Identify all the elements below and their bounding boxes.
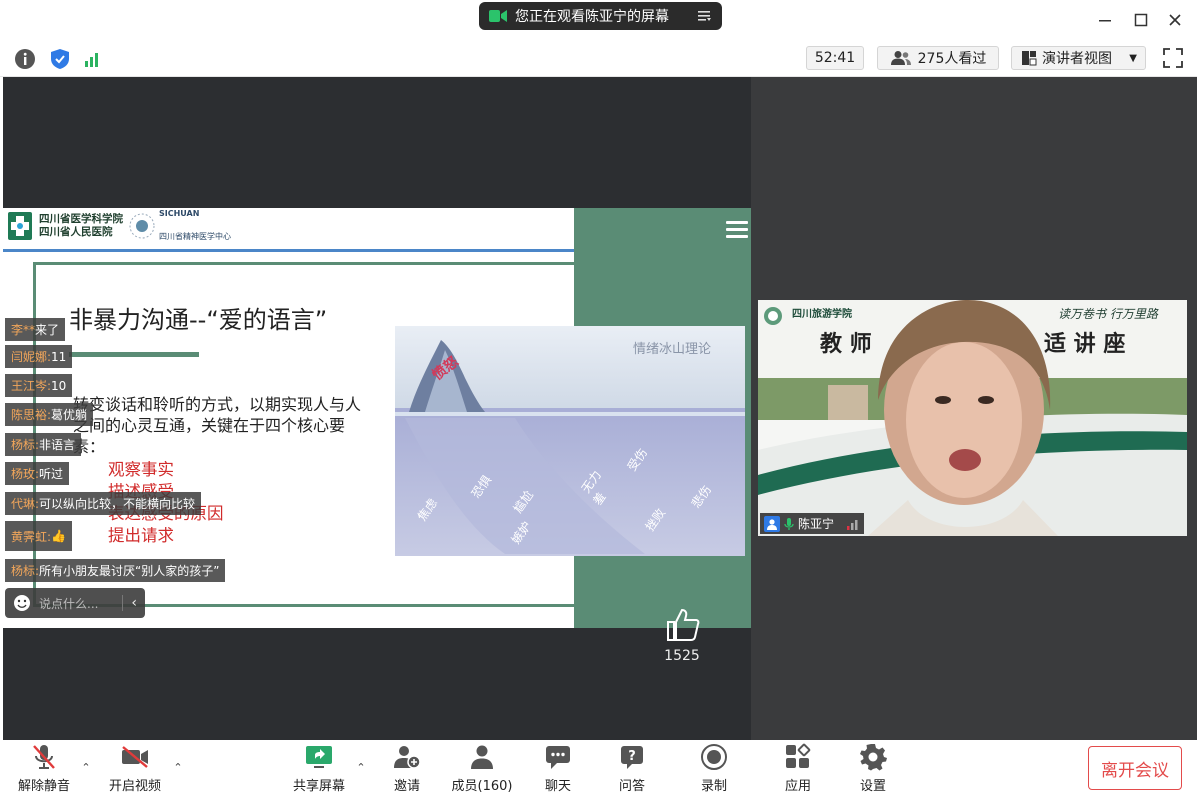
like-count: 1525	[664, 648, 700, 664]
video-banner-left: 教 师	[820, 332, 872, 357]
share-banner-text: 您正在观看陈亚宁的屏幕	[515, 9, 669, 25]
microphone-muted-icon	[29, 742, 59, 772]
chat-input-bar[interactable]: 说点什么... ‹	[5, 588, 145, 618]
maximize-icon[interactable]	[1129, 8, 1153, 32]
emoji-icon[interactable]	[13, 594, 31, 612]
unmute-button[interactable]: 解除静音	[9, 742, 79, 798]
members-label: 成员(160)	[451, 779, 513, 794]
chat-message: 王江岑: 10	[5, 374, 73, 397]
image-title: 情绪冰山理论	[633, 342, 712, 357]
settings-label: 设置	[859, 779, 886, 794]
video-banner-motto: 读万卷书 行万里路	[1058, 307, 1158, 321]
logo-english: SICHUAN	[159, 209, 200, 218]
video-off-icon	[120, 742, 150, 772]
chat-label: 聊天	[544, 779, 571, 794]
record-button[interactable]: 录制	[679, 742, 749, 798]
chat-message: 李** 来了	[5, 318, 66, 341]
apps-label: 应用	[784, 779, 811, 794]
apps-button[interactable]: 应用	[763, 742, 833, 798]
qa-button[interactable]: ? 问答	[597, 742, 667, 798]
presenter-name-tag: 陈亚宁	[760, 513, 864, 534]
school-logo-icon	[763, 306, 783, 326]
share-screen-icon	[304, 742, 334, 772]
banner-menu-icon[interactable]	[698, 10, 712, 22]
chat-message: 杨标: 非语言	[5, 433, 82, 456]
chat-bubble-icon	[543, 742, 573, 772]
video-options-chevron-icon[interactable]: ⌃	[171, 760, 185, 774]
chat-message: 杨标: 所有小朋友最讨厌“别人家的孩子”	[5, 559, 226, 582]
heading-underline	[69, 352, 199, 357]
audio-options-chevron-icon[interactable]: ⌃	[79, 760, 93, 774]
header-rule	[3, 249, 574, 252]
share-screen-button[interactable]: 共享屏幕	[284, 742, 354, 798]
presenter-name: 陈亚宁	[798, 517, 835, 531]
slide-body-text: 转变谈话和聆听的方式，以期实现人与人之间的心灵互通，关键在于四个核心要素：	[73, 395, 362, 456]
members-button[interactable]: 成员(160)	[447, 742, 517, 798]
people-icon	[890, 50, 912, 66]
chevron-down-icon: ▼	[1129, 52, 1137, 64]
gear-icon	[858, 742, 888, 772]
svg-text:?: ?	[628, 749, 636, 764]
members-icon	[467, 742, 497, 772]
video-banner-school: 四川旅游学院	[792, 309, 852, 320]
logo-hospital-name: 四川省人民医院	[39, 226, 113, 238]
question-icon: ?	[617, 742, 647, 772]
collapse-chevron-icon[interactable]: ‹	[122, 595, 137, 611]
close-icon[interactable]	[1163, 8, 1187, 32]
meeting-timer: 52:41	[806, 46, 864, 70]
apps-grid-icon	[783, 742, 813, 772]
add-user-icon	[392, 742, 422, 772]
start-video-button[interactable]: 开启视频	[100, 742, 170, 798]
security-shield-icon[interactable]	[48, 47, 72, 71]
logo-institute-name: 四川省医学科学院	[39, 213, 123, 225]
chat-message: 陈思裕: 葛优躺	[5, 403, 94, 426]
leave-meeting-button[interactable]: 离开会议	[1088, 746, 1182, 790]
chat-message: 黄霁虹: 👍	[5, 521, 72, 551]
invite-label: 邀请	[393, 779, 420, 794]
slide-menu-icon[interactable]	[726, 221, 748, 239]
view-mode-label: 演讲者视图	[1042, 51, 1112, 67]
user-avatar-icon	[764, 515, 780, 532]
slide-heading: 非暴力沟通--“爱的语言”	[69, 306, 328, 334]
chat-button[interactable]: 聊天	[523, 742, 593, 798]
chat-message: 闫妮娜: 11	[5, 345, 73, 368]
video-camera-icon	[489, 9, 507, 23]
viewers-count-button[interactable]: 275人看过	[877, 46, 999, 70]
view-mode-dropdown[interactable]: 演讲者视图 ▼	[1011, 46, 1146, 70]
info-icon[interactable]	[13, 47, 37, 71]
chat-message: 代琳: 可以纵向比较，不能横向比较	[5, 492, 202, 515]
fullscreen-icon[interactable]	[1161, 46, 1185, 70]
logo-center-name: 四川省精神医学中心	[159, 232, 231, 241]
mental-health-center-logo-icon	[127, 211, 157, 241]
share-options-chevron-icon[interactable]: ⌃	[354, 760, 368, 774]
unmute-label: 解除静音	[17, 779, 70, 794]
layout-icon	[1021, 50, 1037, 66]
minimize-icon[interactable]	[1093, 8, 1117, 32]
settings-button[interactable]: 设置	[838, 742, 908, 798]
thumbs-up-icon[interactable]	[662, 604, 702, 644]
element-item: 提出请求	[108, 526, 174, 545]
record-label: 录制	[700, 779, 727, 794]
element-item: 观察事实	[108, 460, 174, 479]
start-video-label: 开启视频	[108, 779, 161, 794]
qa-label: 问答	[618, 779, 645, 794]
share-screen-label: 共享屏幕	[292, 779, 345, 794]
hospital-logo-icon	[6, 210, 34, 242]
signal-strength-icon[interactable]	[81, 47, 105, 71]
microphone-icon	[784, 517, 794, 531]
video-banner-right: 适 讲 座	[1044, 332, 1126, 357]
presenter-video[interactable]: 四川旅游学院 读万卷书 行万里路 教 师 适 讲 座	[758, 300, 1187, 536]
record-icon	[699, 742, 729, 772]
frame-top-line	[33, 262, 574, 265]
viewers-count: 275人看过	[917, 51, 987, 67]
chat-input[interactable]: 说点什么...	[39, 595, 114, 612]
screen-share-banner[interactable]: 您正在观看陈亚宁的屏幕	[479, 2, 722, 30]
chat-message: 杨玫: 听过	[5, 462, 70, 485]
signal-bars-icon	[846, 518, 860, 530]
invite-button[interactable]: 邀请	[372, 742, 442, 798]
